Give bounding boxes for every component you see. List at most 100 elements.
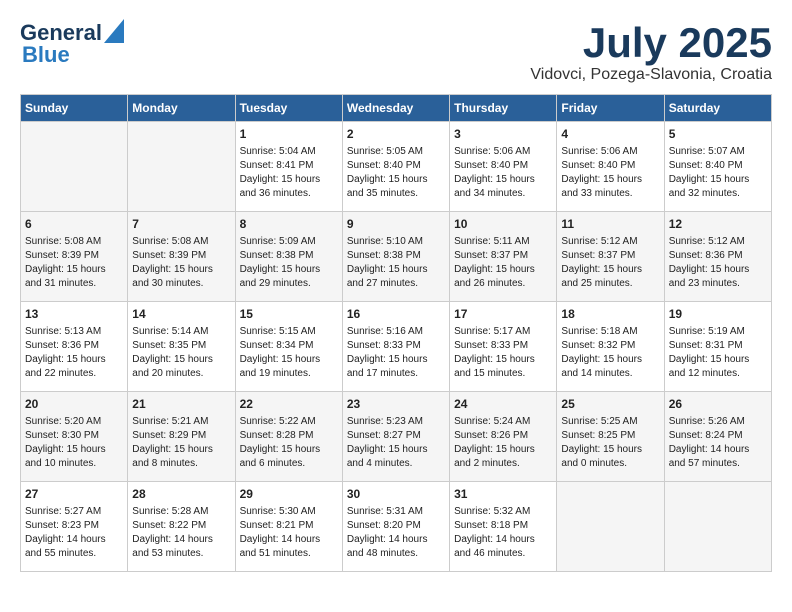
daylight-text: Daylight: 15 hours and 31 minutes. [25, 263, 123, 291]
daylight-text: Daylight: 15 hours and 15 minutes. [454, 353, 552, 381]
sunrise-text: Sunrise: 5:05 AM [347, 145, 445, 159]
day-number: 5 [669, 126, 767, 143]
day-number: 18 [561, 306, 659, 323]
calendar-day-cell: 29Sunrise: 5:30 AMSunset: 8:21 PMDayligh… [235, 482, 342, 572]
daylight-text: Daylight: 14 hours and 57 minutes. [669, 443, 767, 471]
sunset-text: Sunset: 8:40 PM [454, 159, 552, 173]
day-number: 9 [347, 216, 445, 233]
sunrise-text: Sunrise: 5:13 AM [25, 325, 123, 339]
daylight-text: Daylight: 15 hours and 10 minutes. [25, 443, 123, 471]
day-of-week-header: Friday [557, 95, 664, 122]
page-header: General Blue July 2025 Vidovci, Pozega-S… [20, 20, 772, 84]
calendar-day-cell: 1Sunrise: 5:04 AMSunset: 8:41 PMDaylight… [235, 122, 342, 212]
calendar-day-cell: 26Sunrise: 5:26 AMSunset: 8:24 PMDayligh… [664, 392, 771, 482]
day-number: 19 [669, 306, 767, 323]
sunset-text: Sunset: 8:37 PM [454, 249, 552, 263]
daylight-text: Daylight: 15 hours and 19 minutes. [240, 353, 338, 381]
day-number: 7 [132, 216, 230, 233]
day-number: 6 [25, 216, 123, 233]
sunset-text: Sunset: 8:23 PM [25, 519, 123, 533]
sunset-text: Sunset: 8:33 PM [454, 339, 552, 353]
sunset-text: Sunset: 8:40 PM [561, 159, 659, 173]
calendar-day-cell: 30 Sunrise: 5:31 AMSunset: 8:20 PMDayligh… [342, 482, 449, 572]
sunrise-text: Sunrise: 5:06 AM [561, 145, 659, 159]
calendar-day-cell: 10Sunrise: 5:11 AMSunset: 8:37 PMDayligh… [450, 212, 557, 302]
day-number: 14 [132, 306, 230, 323]
sunrise-text: Sunrise: 5:08 AM [25, 235, 123, 249]
sunrise-text: Sunrise: 5:14 AM [132, 325, 230, 339]
sunrise-text: Sunrise: 5:26 AM [669, 415, 767, 429]
sunset-text: Sunset: 8:22 PM [132, 519, 230, 533]
daylight-text: Daylight: 15 hours and 36 minutes. [240, 173, 338, 201]
daylight-text: Daylight: 15 hours and 20 minutes. [132, 353, 230, 381]
calendar-day-cell: 27Sunrise: 5:27 AMSunset: 8:23 PMDayligh… [21, 482, 128, 572]
calendar-day-cell: 16Sunrise: 5:16 AMSunset: 8:33 PMDayligh… [342, 302, 449, 392]
daylight-text: Daylight: 15 hours and 29 minutes. [240, 263, 338, 291]
calendar-day-cell: 20Sunrise: 5:20 AMSunset: 8:30 PMDayligh… [21, 392, 128, 482]
calendar-day-cell: 24Sunrise: 5:24 AMSunset: 8:26 PMDayligh… [450, 392, 557, 482]
sunset-text: Sunset: 8:38 PM [240, 249, 338, 263]
sunrise-text: Sunrise: 5:07 AM [669, 145, 767, 159]
day-number: 10 [454, 216, 552, 233]
calendar-week-row: 13Sunrise: 5:13 AMSunset: 8:36 PMDayligh… [21, 302, 772, 392]
sunrise-text: Sunrise: 5:17 AM [454, 325, 552, 339]
day-number: 25 [561, 396, 659, 413]
day-of-week-header: Saturday [664, 95, 771, 122]
sunset-text: Sunset: 8:26 PM [454, 429, 552, 443]
daylight-text: Daylight: 15 hours and 32 minutes. [669, 173, 767, 201]
sunset-text: Sunset: 8:39 PM [132, 249, 230, 263]
sunrise-text: Sunrise: 5:25 AM [561, 415, 659, 429]
sunrise-text: Sunrise: 5:31 AM [347, 505, 445, 519]
calendar-day-cell: 11Sunrise: 5:12 AMSunset: 8:37 PMDayligh… [557, 212, 664, 302]
daylight-text: Daylight: 14 hours and 55 minutes. [25, 533, 123, 561]
day-number: 2 [347, 126, 445, 143]
day-number: 4 [561, 126, 659, 143]
daylight-text: Daylight: 14 hours and 51 minutes. [240, 533, 338, 561]
sunset-text: Sunset: 8:20 PM [347, 519, 445, 533]
daylight-text: Daylight: 15 hours and 34 minutes. [454, 173, 552, 201]
daylight-text: Daylight: 15 hours and 30 minutes. [132, 263, 230, 291]
day-of-week-header: Sunday [21, 95, 128, 122]
day-number: 16 [347, 306, 445, 323]
day-number: 3 [454, 126, 552, 143]
calendar-table: SundayMondayTuesdayWednesdayThursdayFrid… [20, 94, 772, 572]
sunset-text: Sunset: 8:39 PM [25, 249, 123, 263]
daylight-text: Daylight: 14 hours and 46 minutes. [454, 533, 552, 561]
calendar-day-cell: 4Sunrise: 5:06 AMSunset: 8:40 PMDaylight… [557, 122, 664, 212]
day-number: 17 [454, 306, 552, 323]
day-number: 13 [25, 306, 123, 323]
sunrise-text: Sunrise: 5:23 AM [347, 415, 445, 429]
daylight-text: Daylight: 15 hours and 22 minutes. [25, 353, 123, 381]
day-of-week-header: Thursday [450, 95, 557, 122]
day-number: 31 [454, 486, 552, 503]
day-of-week-header: Monday [128, 95, 235, 122]
sunrise-text: Sunrise: 5:06 AM [454, 145, 552, 159]
sunrise-text: Sunrise: 5:18 AM [561, 325, 659, 339]
day-number: 26 [669, 396, 767, 413]
calendar-day-cell: 6 Sunrise: 5:08 AMSunset: 8:39 PMDaylight… [21, 212, 128, 302]
day-number: 1 [240, 126, 338, 143]
day-number: 15 [240, 306, 338, 323]
day-number: 30 [347, 486, 445, 503]
sunset-text: Sunset: 8:40 PM [669, 159, 767, 173]
sunset-text: Sunset: 8:25 PM [561, 429, 659, 443]
title-area: July 2025 Vidovci, Pozega-Slavonia, Croa… [530, 20, 772, 84]
sunrise-text: Sunrise: 5:15 AM [240, 325, 338, 339]
daylight-text: Daylight: 14 hours and 48 minutes. [347, 533, 445, 561]
daylight-text: Daylight: 15 hours and 25 minutes. [561, 263, 659, 291]
daylight-text: Daylight: 15 hours and 8 minutes. [132, 443, 230, 471]
sunset-text: Sunset: 8:34 PM [240, 339, 338, 353]
empty-cell [21, 122, 128, 212]
daylight-text: Daylight: 15 hours and 0 minutes. [561, 443, 659, 471]
sunset-text: Sunset: 8:33 PM [347, 339, 445, 353]
calendar-day-cell: 2Sunrise: 5:05 AMSunset: 8:40 PMDaylight… [342, 122, 449, 212]
calendar-week-row: 6Sunrise: 5:08 AMSunset: 8:39 PMDaylight… [21, 212, 772, 302]
calendar-day-cell: 9Sunrise: 5:10 AMSunset: 8:38 PMDaylight… [342, 212, 449, 302]
calendar-week-row: 1Sunrise: 5:04 AMSunset: 8:41 PMDaylight… [21, 122, 772, 212]
sunrise-text: Sunrise: 5:24 AM [454, 415, 552, 429]
sunrise-text: Sunrise: 5:10 AM [347, 235, 445, 249]
empty-cell [664, 482, 771, 572]
sunset-text: Sunset: 8:36 PM [25, 339, 123, 353]
sunset-text: Sunset: 8:31 PM [669, 339, 767, 353]
sunset-text: Sunset: 8:27 PM [347, 429, 445, 443]
